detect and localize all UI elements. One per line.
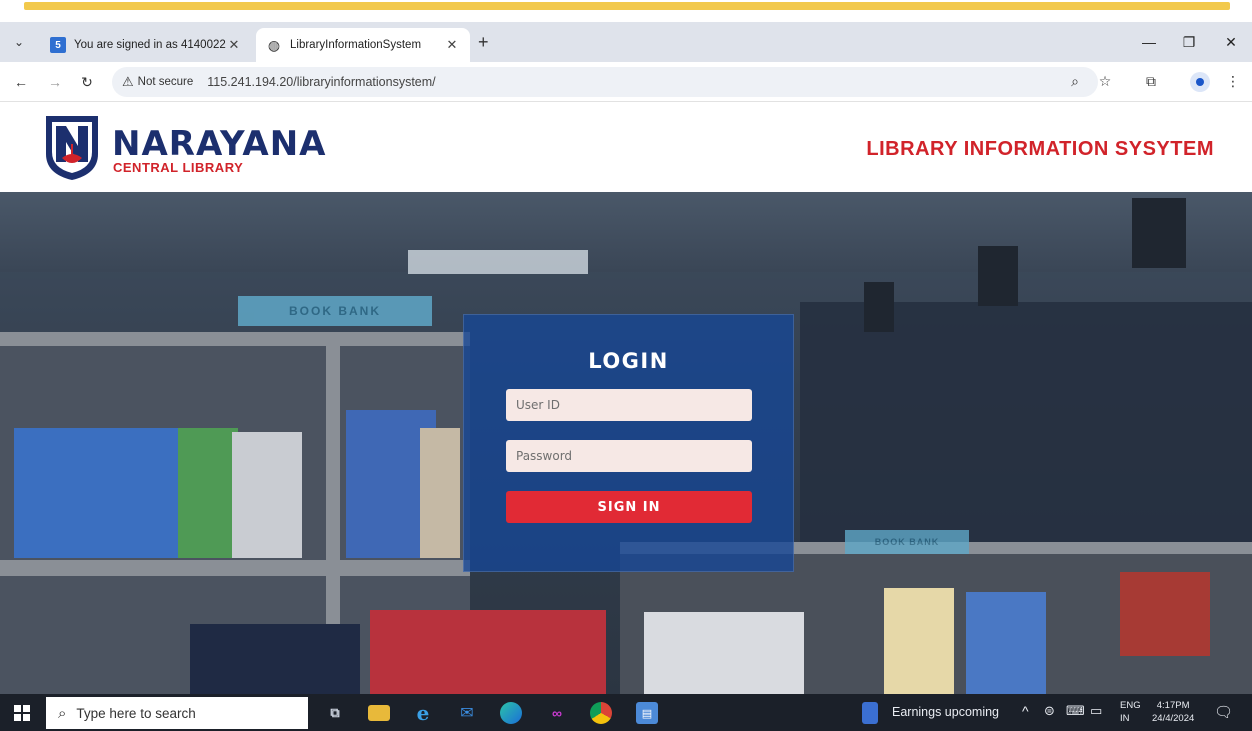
password-input[interactable]: [506, 440, 752, 472]
edge-icon[interactable]: [500, 702, 522, 724]
mail-icon[interactable]: ✉: [456, 702, 478, 724]
brand-name: NARAYANA: [112, 124, 327, 164]
yellow-bar: [24, 2, 1230, 10]
address-bar: ← → ↻ ⚠ Not secure 115.241.194.20/librar…: [0, 62, 1252, 102]
window: [864, 282, 894, 332]
books-red-right: [1120, 572, 1210, 656]
books-green: [178, 428, 238, 558]
zoom-icon[interactable]: ⌕: [1064, 70, 1086, 92]
new-tab-icon[interactable]: +: [478, 32, 489, 53]
tab-title: You are signed in as 41400222: [74, 39, 226, 51]
language-region: IN: [1120, 713, 1130, 724]
extensions-icon[interactable]: ⧉: [1140, 70, 1162, 92]
clock[interactable]: 4:17PM 24/4/2024: [1152, 699, 1194, 725]
login-title: LOGIN: [588, 349, 669, 373]
site-header: NARAYANA CENTRAL LIBRARY LIBRARY INFORMA…: [0, 102, 1252, 192]
security-label[interactable]: Not secure: [138, 76, 194, 88]
forward-icon[interactable]: →: [44, 71, 66, 93]
profile-avatar-icon[interactable]: [1190, 72, 1210, 92]
globe-icon: ◍: [267, 36, 281, 53]
windows-taskbar: ⌕ Type here to search ⧉ e ✉ ∞ ▤ Earnings…: [0, 694, 1252, 731]
file-explorer-icon[interactable]: [368, 705, 390, 721]
books-yellow: [884, 588, 954, 694]
s5-icon: 5: [50, 37, 66, 53]
earnings-widget-icon[interactable]: [862, 702, 878, 724]
books-red: [370, 610, 606, 694]
bookmark-star-icon[interactable]: ☆: [1094, 70, 1116, 92]
chrome-icon[interactable]: [590, 702, 612, 724]
tab-title: LibraryInformationSystem: [290, 39, 422, 51]
network-icon[interactable]: ⊜: [1044, 703, 1055, 719]
earnings-widget-label[interactable]: Earnings upcoming: [892, 705, 999, 719]
keyboard-icon[interactable]: ▭: [1090, 703, 1102, 719]
book-bank-sign: BOOK BANK: [238, 296, 432, 326]
user-id-input[interactable]: [506, 389, 752, 421]
tab-library-system[interactable]: ◍ LibraryInformationSystem ✕: [256, 28, 470, 62]
shelf-top: [0, 332, 470, 346]
narayana-logo-icon[interactable]: [44, 114, 100, 182]
books-blue-right: [966, 592, 1046, 694]
close-window-icon[interactable]: ✕: [1218, 30, 1244, 54]
book-bank-sign-right-label: BOOK BANK: [874, 537, 940, 547]
minimize-icon[interactable]: —: [1136, 30, 1162, 54]
taskbar-search-placeholder: Type here to search: [76, 705, 196, 721]
task-view-icon[interactable]: ⧉: [324, 702, 346, 724]
browser-tab-bar: ⌄ 5 You are signed in as 41400222 ✕ ◍ Li…: [0, 22, 1252, 62]
copilot-icon[interactable]: ∞: [546, 702, 568, 724]
language-code: ENG: [1120, 700, 1141, 711]
tab-signed-in[interactable]: 5 You are signed in as 41400222 ✕: [40, 28, 252, 62]
url-text[interactable]: 115.241.194.20/libraryinformationsystem/: [207, 75, 435, 89]
books-white: [644, 612, 804, 694]
search-icon: ⌕: [58, 704, 67, 722]
internet-explorer-icon[interactable]: e: [412, 701, 434, 725]
menu-kebab-icon[interactable]: ⋮: [1222, 70, 1244, 92]
brand-subtitle: CENTRAL LIBRARY: [113, 160, 244, 175]
close-icon[interactable]: ✕: [444, 37, 460, 53]
sign-in-button[interactable]: SIGN IN: [506, 491, 752, 523]
close-icon[interactable]: ✕: [226, 37, 242, 53]
windows-start-icon[interactable]: [14, 705, 30, 721]
shelf-middle: [0, 560, 470, 576]
book-bank-sign-label: BOOK BANK: [289, 304, 381, 318]
notification-icon[interactable]: 🗨: [1214, 703, 1233, 721]
top-strip: [0, 0, 1252, 22]
warning-icon: ⚠: [122, 74, 134, 89]
login-panel: LOGIN SIGN IN: [463, 314, 794, 572]
reload-icon[interactable]: ↻: [76, 71, 98, 93]
back-icon[interactable]: ←: [10, 71, 32, 93]
ceiling: [0, 192, 1252, 272]
books-navy: [190, 624, 360, 694]
back-wall: [800, 302, 1252, 542]
clock-date: 24/4/2024: [1152, 713, 1195, 724]
taskbar-search[interactable]: ⌕ Type here to search: [46, 697, 308, 729]
news-app-icon[interactable]: ▤: [636, 702, 658, 724]
language-indicator[interactable]: ENG IN: [1120, 699, 1141, 725]
books-blue: [14, 428, 194, 558]
book-bank-sign-right: BOOK BANK: [845, 530, 969, 554]
window: [978, 246, 1018, 306]
books-beige: [420, 428, 460, 558]
clock-time: 4:17PM: [1156, 700, 1190, 711]
omnibox[interactable]: ⚠ Not secure 115.241.194.20/libraryinfor…: [112, 67, 1098, 97]
window: [1132, 198, 1186, 268]
tab-search-icon[interactable]: ⌄: [8, 31, 30, 53]
restore-icon[interactable]: ❐: [1176, 30, 1202, 54]
chevron-up-icon[interactable]: ^: [1022, 703, 1029, 719]
display-icon[interactable]: ⌨: [1066, 703, 1085, 719]
ceiling-light: [408, 250, 588, 274]
system-title: LIBRARY INFORMATION SYSYTEM: [866, 138, 1214, 160]
books-medicine: [232, 432, 302, 558]
